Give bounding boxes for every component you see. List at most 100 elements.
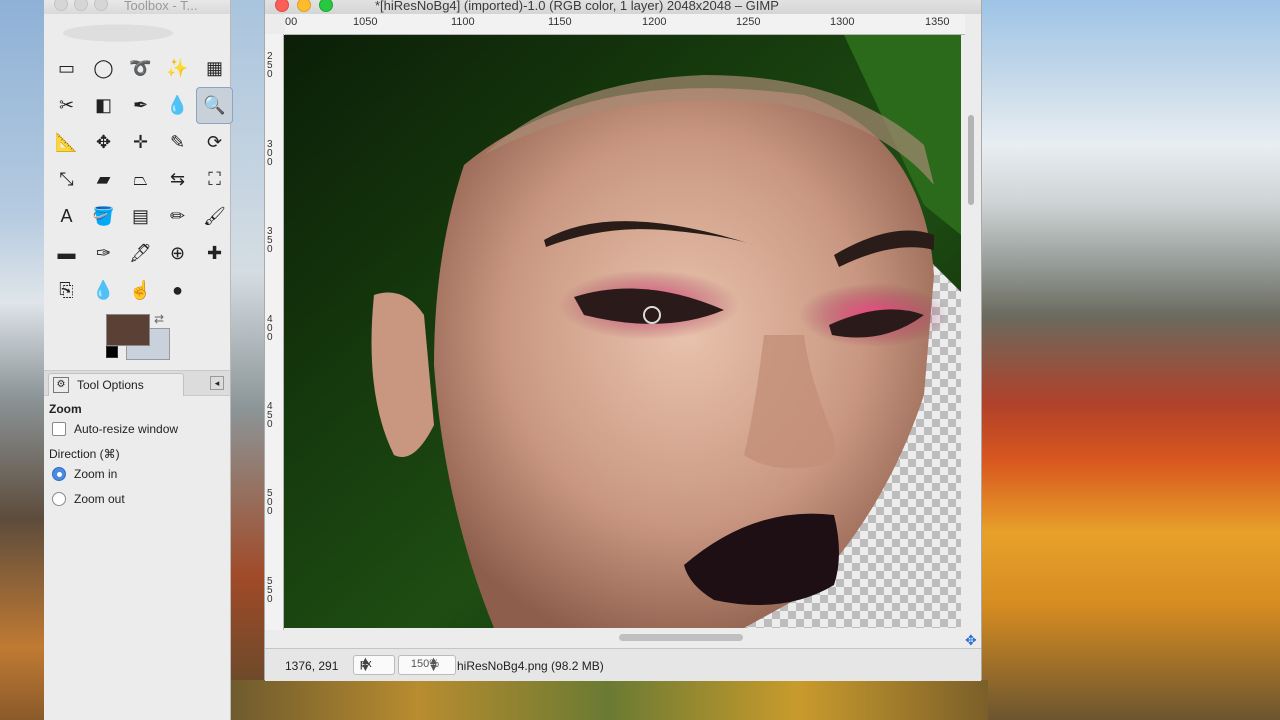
toolbox-titlebar[interactable]: Toolbox - T... bbox=[44, 0, 230, 14]
horizontal-scroll-thumb[interactable] bbox=[619, 634, 743, 641]
file-info: hiResNoBg4.png (98.2 MB) bbox=[457, 659, 604, 673]
paintbrush-icon[interactable]: 🖌 bbox=[196, 198, 233, 235]
scale-icon[interactable]: ⤡ bbox=[48, 161, 85, 198]
tool-grid: ▭ ◯ ➰ ✨ ▦ ✂ ◧ ✒ 💧 🔍 📐 ✥ ✛ ✎ ⟳ ⤡ ▰ ⏢ ⇆ ⛶ A 🪣 ▤ ✏ 🖌 ▬ ✑ 🖋 ⊕ ✚ ⎘ 💧 ☝ ● bbox=[48, 50, 233, 309]
zoom-button[interactable] bbox=[319, 0, 333, 12]
image-window-title: *[hiResNoBg4] (imported)-1.0 (RGB color,… bbox=[375, 0, 779, 13]
airbrush-icon[interactable]: ✑ bbox=[85, 235, 122, 272]
paths-icon[interactable]: ✒ bbox=[122, 87, 159, 124]
unit-selector[interactable]: px ▲ ▼ bbox=[353, 655, 395, 675]
wilber-logo bbox=[54, 18, 214, 48]
ruler-tick-label: 450 bbox=[267, 401, 273, 430]
color-picker-icon[interactable]: 💧 bbox=[159, 87, 196, 124]
text-icon[interactable]: A bbox=[48, 198, 85, 235]
auto-resize-label: Auto-resize window bbox=[74, 422, 179, 436]
image-canvas[interactable] bbox=[284, 35, 961, 628]
zoom-in-label: Zoom in bbox=[74, 467, 118, 481]
crop-icon[interactable]: ✎ bbox=[159, 124, 196, 161]
clone-icon[interactable]: ⊕ bbox=[159, 235, 196, 272]
image-window: *[hiResNoBg4] (imported)-1.0 (RGB color,… bbox=[264, 0, 982, 681]
horizontal-ruler[interactable]: 00 1050 1100 1150 1200 1250 1300 1350 bbox=[285, 14, 965, 35]
image-window-titlebar[interactable]: *[hiResNoBg4] (imported)-1.0 (RGB color,… bbox=[265, 0, 981, 14]
portrait-image bbox=[284, 35, 961, 628]
tool-options-dock-header: ⚙ Tool Options ◂ bbox=[44, 370, 230, 396]
desktop-wallpaper-bottom bbox=[228, 680, 988, 720]
zoom-in-radio[interactable] bbox=[52, 467, 66, 481]
close-button[interactable] bbox=[54, 0, 68, 11]
scissors-select-icon[interactable]: ✂ bbox=[48, 87, 85, 124]
dock-menu-icon[interactable]: ◂ bbox=[210, 376, 224, 390]
blend-icon[interactable]: ▤ bbox=[122, 198, 159, 235]
vertical-scroll-thumb[interactable] bbox=[968, 115, 974, 205]
swap-colors-icon[interactable]: ⇄ bbox=[154, 312, 164, 326]
zoom-selector[interactable]: 150% ▲ ▼ bbox=[398, 655, 456, 675]
pointer-coordinates: 1376, 291 bbox=[285, 659, 339, 673]
zoom-out-radio[interactable] bbox=[52, 492, 66, 506]
auto-resize-row[interactable]: Auto-resize window bbox=[52, 422, 178, 436]
ruler-tick-label: 1100 bbox=[451, 16, 475, 28]
cage-icon[interactable]: ⛶ bbox=[196, 161, 233, 198]
zoom-icon[interactable]: 🔍 bbox=[196, 87, 233, 124]
shear-icon[interactable]: ▰ bbox=[85, 161, 122, 198]
ruler-tick-label: 1200 bbox=[642, 16, 667, 28]
select-by-color-icon[interactable]: ▦ bbox=[196, 50, 233, 87]
perspective-clone-icon[interactable]: ⎘ bbox=[48, 272, 85, 309]
bucket-fill-icon[interactable]: 🪣 bbox=[85, 198, 122, 235]
default-colors-icon[interactable] bbox=[106, 346, 118, 358]
ruler-tick-label: 300 bbox=[267, 139, 273, 168]
ruler-tick-label: 550 bbox=[267, 576, 273, 605]
ruler-tick-label: 1150 bbox=[548, 16, 572, 28]
rect-select-icon[interactable]: ▭ bbox=[48, 50, 85, 87]
status-bar: 1376, 291 px ▲ ▼ 150% ▲ ▼ hiResNoBg4.png (… bbox=[265, 648, 981, 681]
zoom-in-option[interactable]: Zoom in bbox=[52, 467, 117, 481]
zoom-out-option[interactable]: Zoom out bbox=[52, 492, 125, 506]
zoom-out-label: Zoom out bbox=[74, 492, 125, 506]
vertical-scrollbar[interactable] bbox=[963, 35, 979, 629]
ruler-tick-label: 350 bbox=[267, 226, 273, 255]
ink-icon[interactable]: 🖋 bbox=[122, 235, 159, 272]
eraser-icon[interactable]: ▬ bbox=[48, 235, 85, 272]
direction-label: Direction (⌘) bbox=[49, 447, 120, 461]
measure-icon[interactable]: 📐 bbox=[48, 124, 85, 161]
rotate-icon[interactable]: ⟳ bbox=[196, 124, 233, 161]
ruler-tick-label: 250 bbox=[267, 51, 273, 80]
minimize-button[interactable] bbox=[74, 0, 88, 11]
ruler-tick-label: 1050 bbox=[353, 16, 378, 28]
ellipse-select-icon[interactable]: ◯ bbox=[85, 50, 122, 87]
smudge-icon[interactable]: ☝ bbox=[122, 272, 159, 309]
minimize-button[interactable] bbox=[297, 0, 311, 12]
chevron-updown-icon: ▲ ▼ bbox=[360, 655, 371, 674]
ruler-tick-label: 1300 bbox=[830, 16, 855, 28]
blur-icon[interactable]: 💧 bbox=[85, 272, 122, 309]
ruler-tick-label: 400 bbox=[267, 314, 273, 343]
horizontal-scrollbar[interactable] bbox=[284, 630, 961, 646]
pencil-icon[interactable]: ✏ bbox=[159, 198, 196, 235]
toolbox-title: Toolbox - T... bbox=[124, 0, 198, 13]
dodge-burn-icon[interactable]: ● bbox=[159, 272, 196, 309]
move-icon[interactable]: ✥ bbox=[85, 124, 122, 161]
fuzzy-select-icon[interactable]: ✨ bbox=[159, 50, 196, 87]
heal-icon[interactable]: ✚ bbox=[196, 235, 233, 272]
navigate-icon[interactable]: ✥ bbox=[965, 632, 977, 649]
tool-options-label: Tool Options bbox=[77, 378, 144, 392]
zoom-heading: Zoom bbox=[49, 402, 82, 416]
toolbox-window: Toolbox - T... ▭ ◯ ➰ ✨ ▦ ✂ ◧ ✒ 💧 🔍 📐 ✥ ✛ ✎ ⟳ ⤡ ▰ ⏢ ⇆ ⛶ A 🪣 ▤ ✏ 🖌… bbox=[44, 0, 233, 720]
vertical-ruler[interactable]: 250 300 350 400 450 500 550 bbox=[265, 34, 284, 630]
zoom-button[interactable] bbox=[94, 0, 108, 11]
ruler-tick-label: 500 bbox=[267, 488, 273, 517]
perspective-icon[interactable]: ⏢ bbox=[122, 161, 159, 198]
color-area: ⇄ bbox=[106, 312, 176, 362]
chevron-updown-icon: ▲ ▼ bbox=[428, 655, 439, 674]
ruler-tick-label: 1250 bbox=[736, 16, 761, 28]
auto-resize-checkbox[interactable] bbox=[52, 422, 66, 436]
desktop-wallpaper-left bbox=[0, 0, 46, 720]
close-button[interactable] bbox=[275, 0, 289, 12]
flip-icon[interactable]: ⇆ bbox=[159, 161, 196, 198]
tool-options-icon: ⚙ bbox=[53, 377, 69, 393]
foreground-color-swatch[interactable] bbox=[106, 314, 150, 346]
free-select-icon[interactable]: ➰ bbox=[122, 50, 159, 87]
tab-tool-options[interactable]: ⚙ Tool Options bbox=[48, 373, 184, 396]
desktop-wallpaper-middle bbox=[228, 0, 266, 680]
foreground-select-icon[interactable]: ◧ bbox=[85, 87, 122, 124]
align-icon[interactable]: ✛ bbox=[122, 124, 159, 161]
